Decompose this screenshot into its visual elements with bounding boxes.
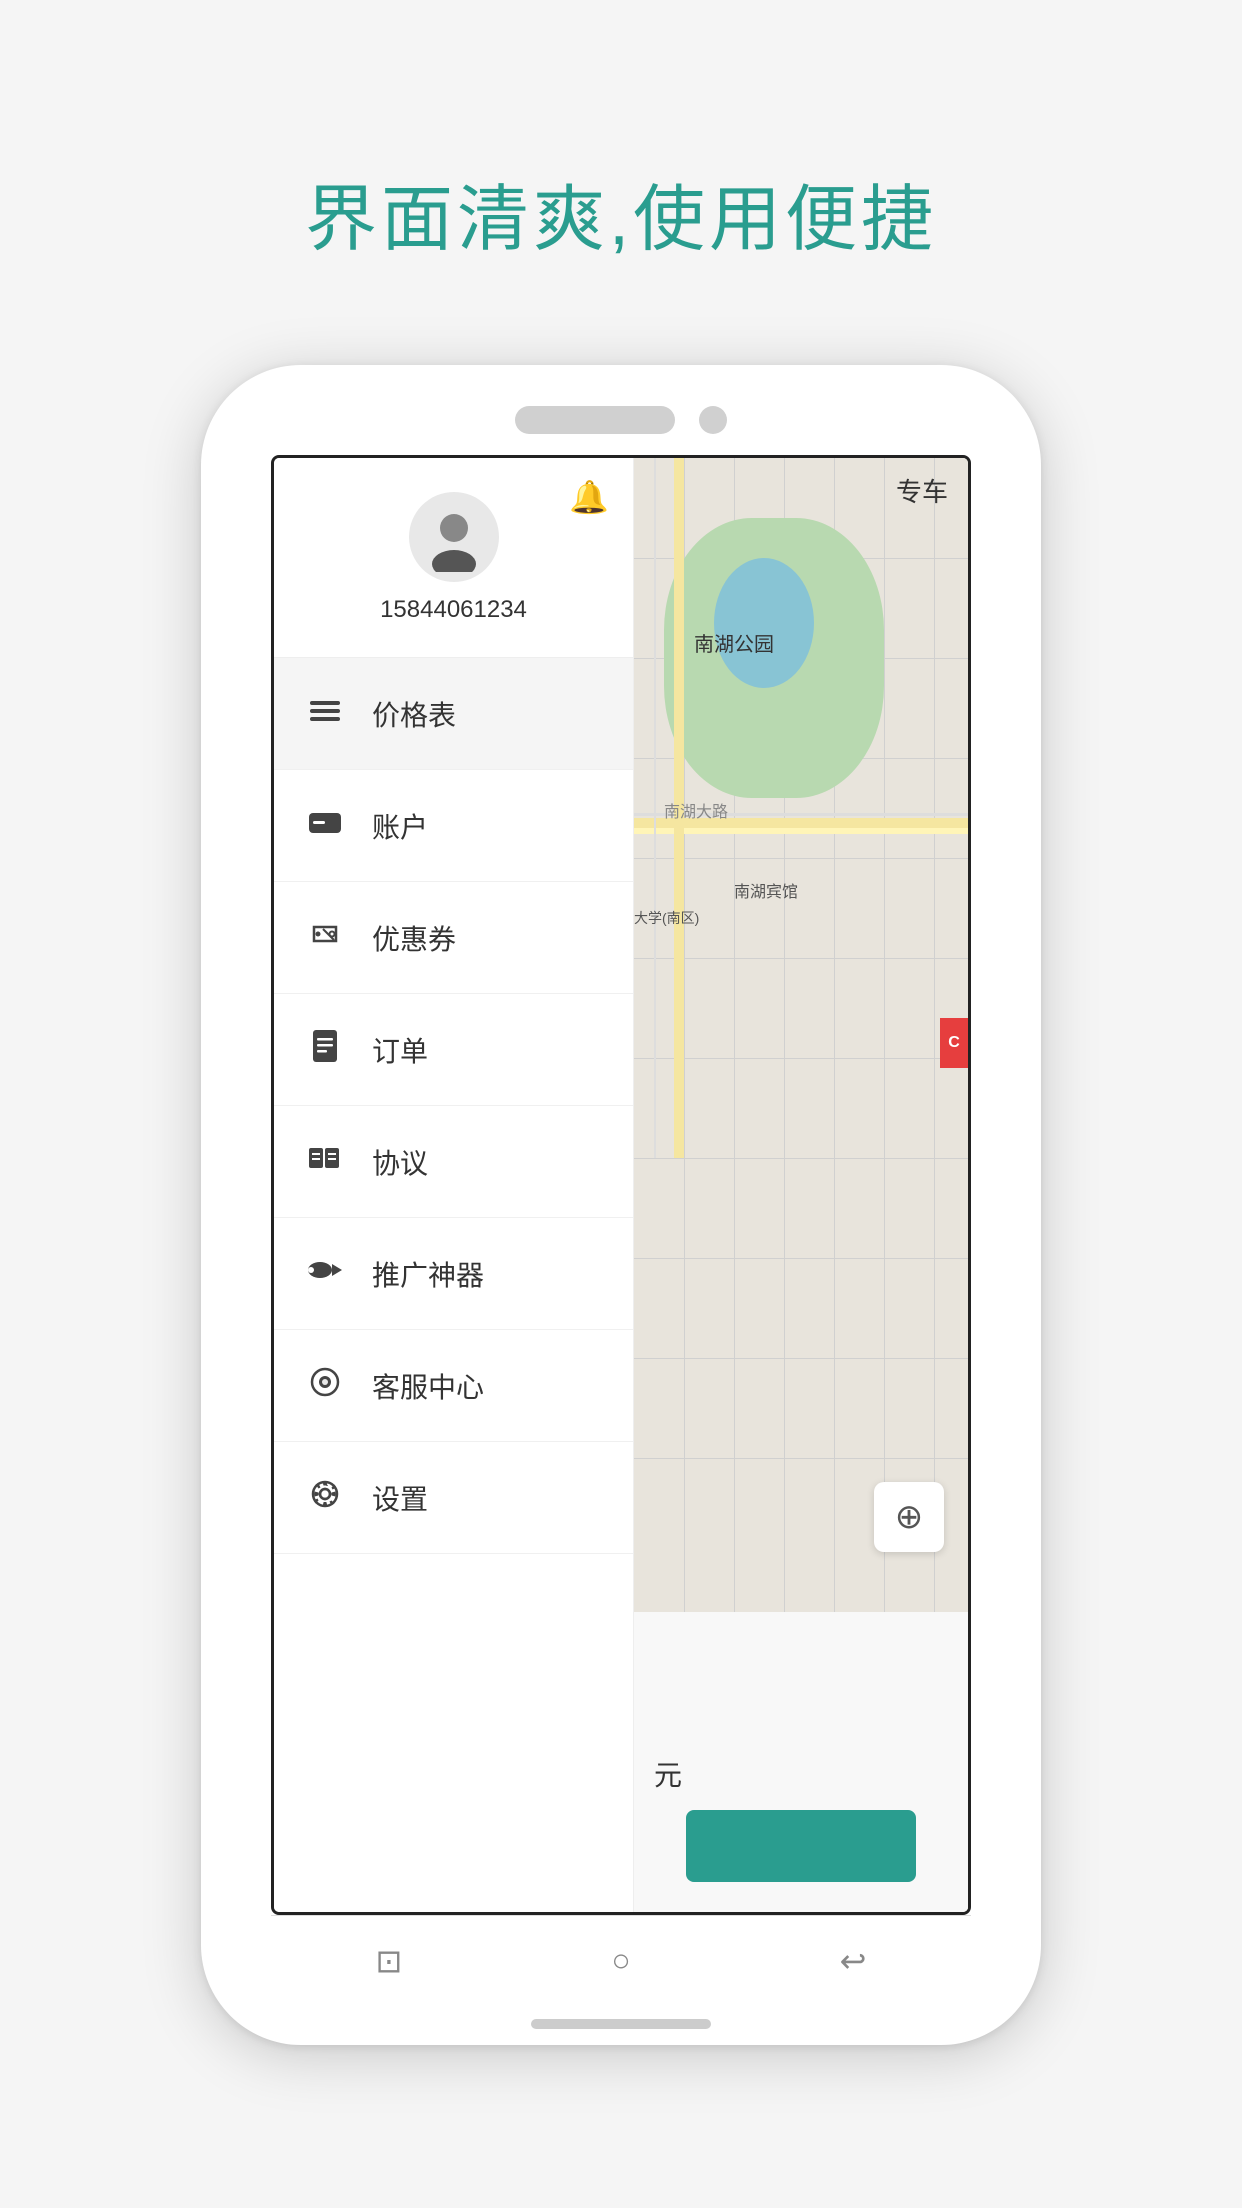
map-park-label: 南湖公园 bbox=[694, 628, 774, 657]
menu-item-coupon[interactable]: 优惠券 bbox=[274, 882, 633, 994]
promo-icon bbox=[306, 1256, 344, 1292]
map-road-label: 南湖大路 bbox=[664, 798, 728, 822]
menu-header: 🔔 15844061234 bbox=[274, 458, 633, 658]
price-list-icon bbox=[306, 697, 344, 731]
menu-items-list: 价格表 账户 bbox=[274, 658, 633, 1912]
phone-camera bbox=[699, 406, 727, 434]
price-list-label: 价格表 bbox=[372, 694, 456, 734]
service-icon bbox=[306, 1367, 344, 1405]
location-icon: ⊕ bbox=[895, 1497, 924, 1537]
agreement-icon bbox=[306, 1144, 344, 1180]
map-area-label: 大学(南区) bbox=[634, 908, 699, 928]
service-label: 客服中心 bbox=[372, 1366, 484, 1406]
map-lake bbox=[714, 558, 814, 688]
map-hotel-label: 南湖宾馆 bbox=[734, 878, 798, 902]
agreement-label: 协议 bbox=[372, 1142, 428, 1182]
phone-shell: 🔔 15844061234 bbox=[201, 365, 1041, 2045]
map-tab-label[interactable]: 专车 bbox=[896, 472, 948, 509]
map-bottom-card: 元 bbox=[634, 1612, 968, 1912]
bell-icon[interactable]: 🔔 bbox=[569, 478, 609, 516]
phone-screen: 🔔 15844061234 bbox=[271, 455, 971, 1915]
nav-home-icon[interactable]: ○ bbox=[611, 1942, 630, 1979]
map-background: 南湖公园 南湖大路 南湖宾馆 大学(南区) 专车 ⊕ 元 bbox=[634, 458, 968, 1912]
menu-item-promo[interactable]: 推广神器 bbox=[274, 1218, 633, 1330]
menu-item-agreement[interactable]: 协议 bbox=[274, 1106, 633, 1218]
order-label: 订单 bbox=[372, 1030, 428, 1070]
phone-speaker bbox=[515, 406, 675, 434]
map-panel: 南湖公园 南湖大路 南湖宾馆 大学(南区) 专车 ⊕ 元 bbox=[634, 458, 968, 1912]
settings-label: 设置 bbox=[372, 1478, 428, 1518]
home-indicator bbox=[531, 2019, 711, 2029]
location-button[interactable]: ⊕ bbox=[874, 1482, 944, 1552]
menu-item-order[interactable]: 订单 bbox=[274, 994, 633, 1106]
settings-icon bbox=[306, 1479, 344, 1517]
menu-item-price-list[interactable]: 价格表 bbox=[274, 658, 633, 770]
nav-back-icon[interactable]: ⊡ bbox=[376, 1942, 403, 1980]
menu-item-settings[interactable]: 设置 bbox=[274, 1442, 633, 1554]
avatar[interactable] bbox=[409, 492, 499, 582]
account-icon bbox=[306, 809, 344, 843]
phone-nav-bar: ⊡ ○ ↩ bbox=[271, 1915, 971, 2005]
account-label: 账户 bbox=[372, 806, 428, 846]
phone-top-bar bbox=[201, 365, 1041, 455]
page-title: 界面清爽,使用便捷 bbox=[305, 160, 937, 265]
menu-item-service[interactable]: 客服中心 bbox=[274, 1330, 633, 1442]
price-text: 元 bbox=[634, 1754, 682, 1794]
promo-label: 推广神器 bbox=[372, 1254, 484, 1294]
order-icon bbox=[306, 1030, 344, 1070]
nav-recent-icon[interactable]: ↩ bbox=[840, 1942, 867, 1980]
coupon-icon bbox=[306, 919, 344, 957]
confirm-button[interactable] bbox=[686, 1810, 916, 1882]
menu-panel: 🔔 15844061234 bbox=[274, 458, 634, 1912]
coupon-label: 优惠券 bbox=[372, 918, 456, 958]
user-phone-number: 15844061234 bbox=[380, 596, 527, 624]
menu-item-account[interactable]: 账户 bbox=[274, 770, 633, 882]
